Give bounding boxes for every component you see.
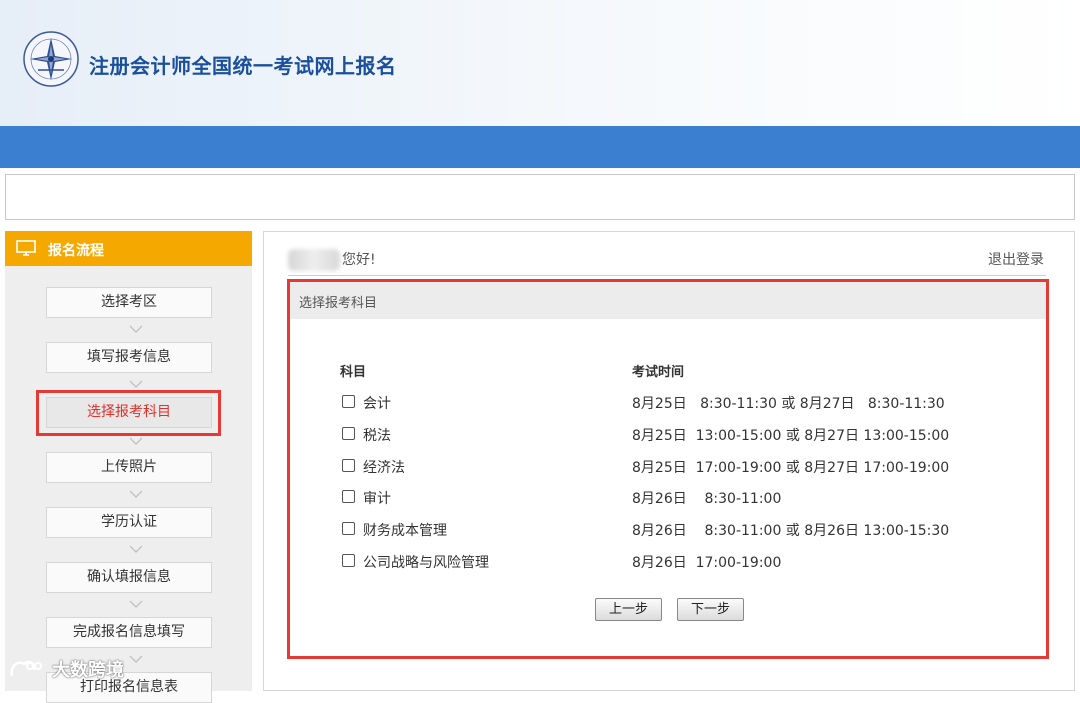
exam-time: 8月26日 17:00-19:00 bbox=[632, 555, 782, 571]
logout-link[interactable]: 退出登录 bbox=[988, 249, 1044, 269]
notice-box bbox=[5, 174, 1075, 220]
sidebar-title: 报名流程 bbox=[48, 243, 104, 259]
subject-checkbox[interactable] bbox=[342, 395, 355, 408]
sidebar-step-fill-info[interactable]: 填写报考信息 bbox=[46, 342, 212, 373]
exam-time: 8月25日 8:30-11:30 或 8月27日 8:30-11:30 bbox=[632, 396, 945, 412]
subject-label[interactable]: 公司战略与风险管理 bbox=[363, 552, 489, 572]
site-header: 注册会计师全国统一考试网上报名 bbox=[0, 0, 1080, 126]
subject-label[interactable]: 经济法 bbox=[363, 457, 405, 477]
watermark-text: 大数跨境 bbox=[52, 660, 124, 681]
subject-label[interactable]: 税法 bbox=[363, 425, 391, 445]
sidebar-step-upload-photo[interactable]: 上传照片 bbox=[46, 452, 212, 483]
chevron-down-icon bbox=[129, 437, 143, 445]
monitor-icon bbox=[16, 240, 36, 256]
subject-row: 经济法 bbox=[342, 457, 582, 477]
sidebar-step-confirm-info[interactable]: 确认填报信息 bbox=[46, 562, 212, 593]
chevron-down-icon bbox=[129, 325, 143, 333]
chevron-down-icon bbox=[129, 545, 143, 553]
exam-time: 8月25日 13:00-15:00 或 8月27日 13:00-15:00 bbox=[632, 428, 950, 444]
subject-row: 公司战略与风险管理 bbox=[342, 552, 582, 572]
chevron-down-icon bbox=[129, 655, 143, 663]
watermark-logo-icon bbox=[10, 660, 42, 677]
chevron-down-icon bbox=[129, 490, 143, 498]
time-column-header: 考试时间 bbox=[632, 365, 685, 380]
main-panel: 您好! 退出登录 选择报考科目 科目 考试时间 会计 8月25日 8:30-11… bbox=[263, 231, 1075, 691]
greeting-text: 您好! bbox=[342, 252, 376, 268]
subject-label[interactable]: 会计 bbox=[363, 393, 391, 413]
subject-checkbox[interactable] bbox=[342, 427, 355, 440]
chevron-down-icon bbox=[129, 600, 143, 608]
subject-checkbox[interactable] bbox=[342, 459, 355, 472]
subject-row: 财务成本管理 bbox=[342, 520, 582, 540]
exam-time: 8月25日 17:00-19:00 或 8月27日 17:00-19:00 bbox=[632, 460, 950, 476]
sidebar-step-education-verify[interactable]: 学历认证 bbox=[46, 507, 212, 538]
sidebar-step-complete-registration[interactable]: 完成报名信息填写 bbox=[46, 617, 212, 648]
active-step-highlight bbox=[36, 390, 221, 436]
subject-row: 税法 bbox=[342, 425, 582, 445]
subject-column-header: 科目 bbox=[340, 365, 367, 380]
sidebar: 报名流程 选择考区 填写报考信息 选择报考科目 上传照片 学历认证 确认填报信息… bbox=[5, 231, 252, 703]
subject-checkbox[interactable] bbox=[342, 522, 355, 535]
divider bbox=[288, 275, 1046, 276]
subject-row: 会计 bbox=[342, 393, 582, 413]
sidebar-header: 报名流程 bbox=[5, 231, 252, 266]
subject-checkbox[interactable] bbox=[342, 490, 355, 503]
exam-time: 8月26日 8:30-11:00 bbox=[632, 491, 782, 507]
next-step-button[interactable]: 下一步 bbox=[677, 598, 744, 621]
sidebar-step-select-region[interactable]: 选择考区 bbox=[46, 287, 212, 318]
subject-checkbox[interactable] bbox=[342, 554, 355, 567]
cicpa-logo-icon bbox=[23, 31, 79, 87]
subject-row: 审计 bbox=[342, 488, 582, 508]
username-blurred bbox=[288, 249, 340, 271]
site-title: 注册会计师全国统一考试网上报名 bbox=[89, 54, 397, 78]
subject-label[interactable]: 财务成本管理 bbox=[363, 520, 447, 540]
prev-step-button[interactable]: 上一步 bbox=[595, 598, 662, 621]
subject-label[interactable]: 审计 bbox=[363, 488, 391, 508]
chevron-down-icon bbox=[129, 380, 143, 388]
nav-bar bbox=[0, 126, 1080, 168]
exam-time: 8月26日 8:30-11:00 或 8月26日 13:00-15:30 bbox=[632, 523, 950, 539]
